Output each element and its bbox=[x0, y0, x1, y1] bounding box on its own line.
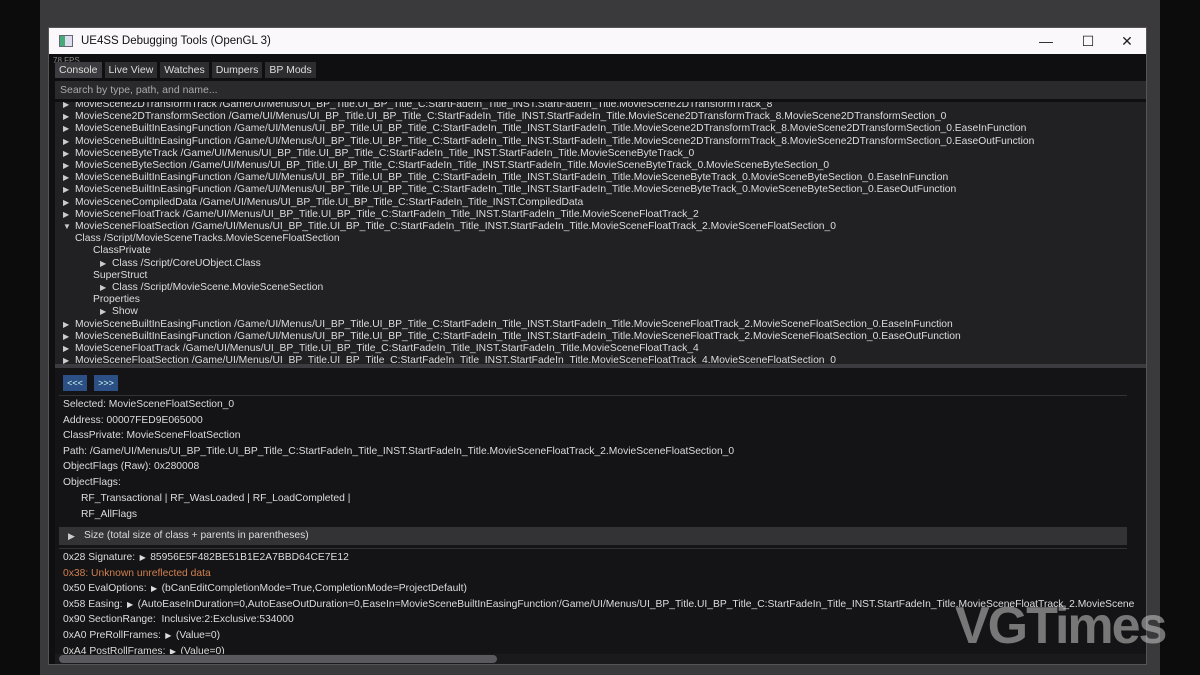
tab-watches[interactable]: Watches bbox=[160, 62, 209, 78]
divider bbox=[59, 395, 1127, 396]
detail-line: ObjectFlags (Raw): 0x280008 bbox=[63, 461, 200, 473]
property-name: 0xA4 PostRollFrames: bbox=[63, 645, 166, 654]
tree-item[interactable]: MovieSceneFloatTrack /Game/UI/Menus/UI_B… bbox=[75, 343, 699, 355]
tab-console[interactable]: Console bbox=[55, 62, 102, 78]
expand-arrow-icon[interactable]: ▶ bbox=[135, 553, 150, 562]
expand-arrow-icon[interactable]: ▶ bbox=[63, 123, 69, 135]
detail-line: ClassPrivate: MovieSceneFloatSection bbox=[63, 430, 241, 442]
detail-line: Selected: MovieSceneFloatSection_0 bbox=[63, 399, 235, 410]
expand-arrow-icon[interactable]: ▶ bbox=[63, 184, 69, 196]
expand-arrow-icon[interactable]: ▶ bbox=[147, 584, 162, 593]
property-value: Inclusive:2:Exclusive:534000 bbox=[161, 614, 294, 626]
size-header-label: Size (total size of class + parents in p… bbox=[84, 530, 309, 541]
tab-live-view[interactable]: Live View bbox=[104, 62, 158, 78]
tree-item[interactable]: ClassPrivate bbox=[93, 245, 151, 257]
tree-item[interactable]: MovieSceneBuiltInEasingFunction /Game/UI… bbox=[75, 172, 948, 184]
debugger-window: UE4SS Debugging Tools (OpenGL 3) — ☐ ✕ 7… bbox=[48, 27, 1147, 665]
expand-arrow-icon[interactable]: ▶ bbox=[63, 148, 69, 160]
size-section-header[interactable]: ▶ Size (total size of class + parents in … bbox=[59, 527, 1127, 545]
property-value: (Value=0) bbox=[180, 645, 225, 654]
object-flag-line: RF_AllFlags bbox=[81, 508, 138, 520]
property-value: 85956E5F482BE51B1E2A7BBD64CE7E12 bbox=[150, 552, 349, 563]
tree-item[interactable]: MovieSceneFloatSection /Game/UI/Menus/UI… bbox=[75, 221, 836, 233]
expand-arrow-icon[interactable]: ▶ bbox=[63, 160, 69, 172]
back-button[interactable]: <<< bbox=[63, 375, 87, 391]
maximize-button[interactable]: ☐ bbox=[1068, 28, 1108, 54]
property-name: 0x90 SectionRange: bbox=[63, 614, 156, 626]
expand-arrow-icon[interactable]: ▶ bbox=[100, 282, 106, 294]
tab-bar: Console Live View Watches Dumpers BP Mod… bbox=[55, 62, 316, 78]
property-value: (Value=0) bbox=[175, 630, 221, 641]
object-tree: ▶ MovieScene2DTransformTrack /Game/UI/Men… bbox=[55, 102, 1146, 364]
tree-item[interactable]: MovieScene2DTransformTrack /Game/UI/Menu… bbox=[75, 102, 772, 111]
tree-item[interactable]: Class /Script/MovieScene.MovieSceneSecti… bbox=[112, 282, 323, 294]
expand-arrow-icon[interactable]: ▶ bbox=[63, 172, 69, 184]
property-row: 0x50 EvalOptions: ▶ (bCanEditCompletionM… bbox=[63, 583, 467, 594]
tree-item[interactable]: MovieSceneCompiledData /Game/UI/Menus/UI… bbox=[75, 197, 583, 209]
expand-arrow-icon[interactable]: ▶ bbox=[63, 209, 69, 221]
property-name: 0x58 Easing: bbox=[63, 598, 123, 610]
expand-arrow-icon[interactable]: ▶ bbox=[123, 600, 138, 609]
expand-arrow-icon[interactable]: ▶ bbox=[63, 355, 69, 364]
object-flag-line: RF_Transactional | RF_WasLoaded | RF_Loa… bbox=[81, 493, 351, 504]
tree-item[interactable]: Properties bbox=[93, 294, 140, 306]
watermark-logo: VGTimes bbox=[955, 597, 1167, 655]
property-row: 0xA0 PreRollFrames: ▶ (Value=0) bbox=[63, 630, 220, 641]
expand-arrow-icon[interactable]: ▶ bbox=[100, 258, 106, 270]
tree-item[interactable]: MovieSceneFloatSection /Game/UI/Menus/UI… bbox=[75, 355, 836, 364]
expand-arrow-icon[interactable]: ▶ bbox=[100, 306, 106, 318]
tree-item[interactable]: MovieSceneByteTrack /Game/UI/Menus/UI_BP… bbox=[75, 148, 694, 160]
tree-item[interactable]: MovieSceneBuiltInEasingFunction /Game/UI… bbox=[75, 331, 961, 343]
property-name: 0x28 Signature: bbox=[63, 552, 136, 563]
search-input[interactable]: Search by type, path, and name... bbox=[55, 81, 1146, 99]
property-row: 0xA4 PostRollFrames: ▶ (Value=0) bbox=[63, 646, 225, 654]
property-value: (bCanEditCompletionMode=True,CompletionM… bbox=[161, 583, 467, 595]
tree-item[interactable]: MovieScene2DTransformSection /Game/UI/Me… bbox=[75, 111, 946, 123]
expand-arrow-icon[interactable]: ▶ bbox=[63, 197, 69, 209]
property-row: 0x28 Signature: ▶ 85956E5F482BE51B1E2A7B… bbox=[63, 552, 349, 563]
minimize-button[interactable]: — bbox=[1026, 28, 1066, 54]
tree-item[interactable]: MovieSceneBuiltInEasingFunction /Game/UI… bbox=[75, 184, 956, 196]
divider bbox=[59, 548, 1127, 549]
expand-arrow-icon[interactable]: ▶ bbox=[63, 343, 69, 355]
window-title: UE4SS Debugging Tools (OpenGL 3) bbox=[81, 35, 271, 47]
expand-arrow-icon[interactable]: ▶ bbox=[63, 111, 69, 123]
app-icon bbox=[59, 35, 73, 47]
detail-line: Path: /Game/UI/Menus/UI_BP_Title.UI_BP_T… bbox=[63, 445, 735, 457]
property-row: 0x38: Unknown unreflected data bbox=[63, 568, 211, 579]
tree-item[interactable]: Show bbox=[112, 306, 138, 318]
tab-dumpers[interactable]: Dumpers bbox=[211, 62, 263, 78]
expand-arrow-icon[interactable]: ▶ bbox=[63, 136, 69, 148]
tree-item[interactable]: Class /Script/MovieSceneTracks.MovieScen… bbox=[75, 233, 340, 245]
expand-arrow-icon[interactable]: ▶ bbox=[63, 319, 69, 331]
tab-bp-mods[interactable]: BP Mods bbox=[265, 62, 316, 78]
property-name: 0x38: Unknown unreflected data bbox=[63, 567, 211, 579]
detail-line: ObjectFlags: bbox=[63, 477, 121, 488]
tree-item[interactable]: MovieSceneBuiltInEasingFunction /Game/UI… bbox=[75, 123, 1026, 135]
detail-line: Address: 00007FED9E065000 bbox=[63, 414, 203, 426]
property-name: 0x50 EvalOptions: bbox=[63, 583, 147, 595]
title-bar: UE4SS Debugging Tools (OpenGL 3) — ☐ ✕ bbox=[49, 28, 1146, 54]
close-button[interactable]: ✕ bbox=[1107, 28, 1146, 54]
expand-arrow-icon[interactable]: ▶ bbox=[63, 331, 69, 343]
tree-item[interactable]: MovieSceneBuiltInEasingFunction /Game/UI… bbox=[75, 319, 953, 331]
tree-item[interactable]: MovieSceneBuiltInEasingFunction /Game/UI… bbox=[75, 136, 1034, 148]
expand-arrow-icon[interactable]: ▶ bbox=[161, 631, 176, 640]
tree-item[interactable]: Class /Script/CoreUObject.Class bbox=[112, 258, 261, 270]
tree-item[interactable]: SuperStruct bbox=[93, 270, 147, 282]
scrollbar-thumb[interactable] bbox=[59, 655, 497, 663]
expand-arrow-icon[interactable]: ▶ bbox=[165, 647, 180, 654]
expand-arrow-icon[interactable]: ▶ bbox=[63, 102, 69, 111]
property-row: 0x90 SectionRange: Inclusive:2:Exclusive… bbox=[63, 614, 294, 625]
collapse-arrow-icon[interactable]: ▼ bbox=[63, 221, 71, 233]
tree-item[interactable]: MovieSceneFloatTrack /Game/UI/Menus/UI_B… bbox=[75, 209, 699, 221]
forward-button[interactable]: >>> bbox=[94, 375, 118, 391]
tree-item[interactable]: MovieSceneByteSection /Game/UI/Menus/UI_… bbox=[75, 160, 829, 172]
property-name: 0xA0 PreRollFrames: bbox=[63, 630, 161, 641]
expand-arrow-icon: ▶ bbox=[68, 531, 75, 541]
